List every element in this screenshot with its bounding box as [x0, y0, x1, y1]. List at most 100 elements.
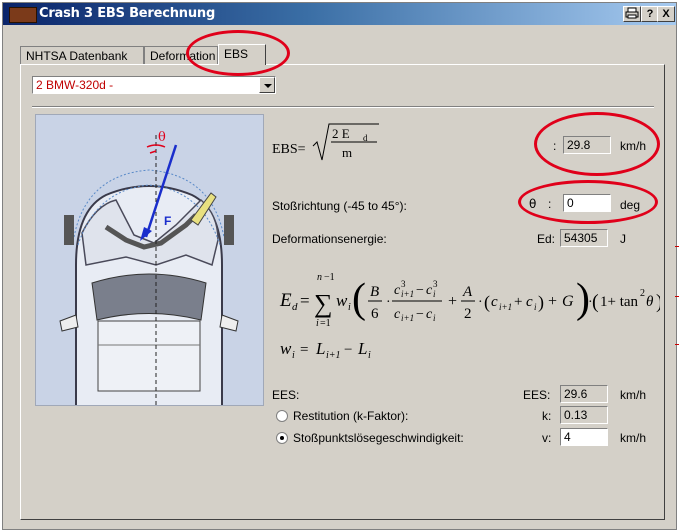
vehicle-select-value: 2 BMW-320d -	[36, 78, 114, 92]
edge-mark	[675, 246, 679, 247]
vehicle-damage-diagram: θ F	[35, 114, 264, 406]
tab-nhtsa-datenbank[interactable]: NHTSA Datenbank	[20, 46, 144, 64]
theta-label: θ	[158, 130, 166, 145]
ebs-unit: km/h	[620, 139, 647, 153]
direction-symbol: θ	[529, 197, 537, 211]
svg-text:−: −	[344, 342, 352, 358]
svg-text:i: i	[534, 302, 537, 312]
direction-separator: :	[548, 197, 552, 211]
svg-text:+: +	[548, 293, 557, 310]
direction-label: Stoßrichtung (-45 to 45°):	[272, 199, 407, 213]
edge-mark	[675, 344, 679, 345]
separation-velocity-radio[interactable]	[276, 432, 288, 444]
svg-text:=1: =1	[320, 318, 331, 329]
svg-text:=: =	[300, 342, 308, 358]
svg-text:−1: −1	[324, 272, 335, 283]
ebs-formula-denominator: m	[342, 145, 353, 160]
svg-text:−: −	[416, 283, 424, 298]
deformation-energy-formula: E d = ∑ n −1 i =1 wi ( B 6 · c i+13 − c i3 c…	[279, 272, 660, 361]
svg-text:E: E	[279, 290, 292, 311]
svg-text:+: +	[514, 294, 522, 310]
svg-text:i+1: i+1	[401, 313, 414, 323]
svg-text:n: n	[317, 272, 322, 283]
svg-text:L: L	[315, 339, 325, 358]
svg-text:i: i	[292, 350, 295, 361]
svg-text:i: i	[433, 289, 436, 299]
print-button[interactable]	[623, 6, 641, 22]
chevron-down-icon[interactable]	[259, 77, 275, 93]
tab-deformation[interactable]: Deformation	[144, 46, 218, 64]
deformation-energy-short: Ed:	[537, 232, 556, 246]
restitution-radio[interactable]	[276, 410, 288, 422]
ebs-value-field: 29.8	[563, 136, 611, 154]
svg-text:6: 6	[371, 306, 379, 322]
ees-label: EES:	[272, 388, 300, 402]
svg-text:c: c	[394, 307, 401, 322]
svg-text:i: i	[368, 350, 371, 361]
divider	[32, 106, 654, 108]
ees-short: EES:	[523, 388, 551, 402]
tab-ebs[interactable]: EBS	[218, 44, 266, 65]
svg-text:i: i	[433, 313, 436, 323]
svg-text:θ: θ	[646, 294, 654, 310]
ees-unit: km/h	[620, 388, 647, 402]
svg-text:i: i	[348, 302, 351, 313]
svg-text:L: L	[357, 339, 367, 358]
deformation-energy-label: Deformationsenergie:	[272, 232, 387, 246]
svg-text:c: c	[426, 307, 433, 322]
svg-text:(: (	[484, 292, 490, 313]
svg-text:c: c	[394, 283, 401, 298]
title-bar[interactable]: Crash 3 EBS Berechnung ? X	[3, 3, 676, 25]
car-illustration: θ F	[59, 130, 239, 405]
svg-text:3: 3	[401, 279, 406, 289]
force-label: F	[164, 214, 171, 228]
vehicle-select[interactable]: 2 BMW-320d -	[32, 76, 276, 94]
svg-text:=: =	[300, 291, 310, 310]
svg-text:(: (	[592, 291, 599, 313]
svg-text:w: w	[280, 339, 292, 358]
separation-velocity-short: v:	[542, 431, 552, 445]
svg-text:3: 3	[433, 279, 438, 289]
separation-velocity-input[interactable]: 4	[560, 428, 608, 446]
direction-unit: deg	[620, 198, 641, 212]
ebs-formula-numerator-sub: d	[363, 133, 368, 143]
svg-text:1+ tan: 1+ tan	[600, 294, 639, 310]
restitution-label[interactable]: Restitution (k-Faktor):	[293, 409, 408, 423]
ebs-formula-lhs: EBS=	[272, 142, 306, 157]
svg-text:A: A	[462, 284, 473, 300]
svg-text:−: −	[416, 307, 424, 322]
svg-text:2: 2	[640, 288, 645, 299]
svg-text:2: 2	[464, 306, 472, 322]
svg-text:i+1: i+1	[499, 302, 512, 312]
svg-text:c: c	[491, 294, 498, 310]
svg-text:c: c	[426, 283, 433, 298]
separation-velocity-label[interactable]: Stoßpunktslösegeschwindigkeit:	[293, 431, 464, 445]
svg-text:w: w	[336, 291, 348, 310]
ees-value-field: 29.6	[560, 385, 608, 403]
svg-text:G: G	[562, 293, 574, 310]
svg-text:·: ·	[386, 295, 391, 310]
svg-text:i: i	[316, 318, 319, 329]
ebs-separator: :	[553, 139, 557, 153]
app-icon	[9, 7, 37, 23]
edge-mark	[675, 296, 679, 297]
close-button[interactable]: X	[657, 6, 675, 22]
direction-input[interactable]: 0	[563, 194, 611, 212]
svg-text:c: c	[526, 294, 533, 310]
window-title: Crash 3 EBS Berechnung	[39, 6, 216, 21]
svg-text:(: (	[352, 276, 366, 322]
svg-text:i+1: i+1	[401, 289, 414, 299]
svg-text:d: d	[292, 301, 298, 313]
svg-text:·: ·	[478, 295, 483, 310]
svg-text:B: B	[370, 284, 379, 300]
deformation-energy-field: 54305	[560, 229, 608, 247]
svg-text:∑: ∑	[314, 289, 333, 318]
ebs-formula-numerator: 2 E	[332, 126, 350, 141]
restitution-short: k:	[542, 409, 552, 423]
restitution-value-field: 0.13	[560, 406, 608, 424]
separation-velocity-unit: km/h	[620, 431, 647, 445]
svg-text:): )	[538, 292, 544, 313]
svg-text:+: +	[448, 293, 457, 310]
printer-icon	[625, 7, 639, 19]
svg-text:i+1: i+1	[326, 350, 341, 361]
